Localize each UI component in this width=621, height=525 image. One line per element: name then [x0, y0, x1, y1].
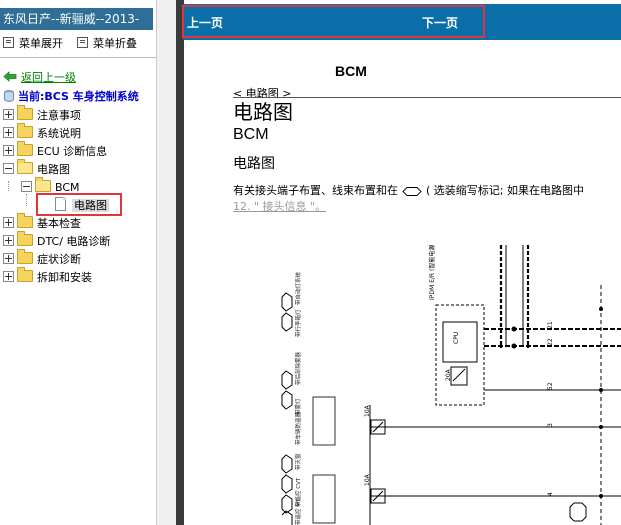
pin-number: 21	[547, 321, 554, 329]
tree-item-label: DTC/ 电路诊断	[37, 235, 111, 248]
tree-item-wiring-diagram[interactable]: 电路图	[3, 159, 70, 178]
option-label: 带天窗	[294, 453, 302, 470]
expand-plus-icon[interactable]	[3, 235, 14, 246]
option-abbreviation-icon	[402, 187, 422, 196]
sidebar: 东风日产--新骊威--2013- 菜单展开 菜单折叠 返回上一级 当前:BCS …	[0, 0, 156, 525]
expand-plus-icon[interactable]	[3, 271, 14, 282]
tree-item-dtc-diagnosis[interactable]: DTC/ 电路诊断	[3, 231, 111, 250]
section-title: 电路图	[233, 156, 275, 172]
wiring-diagram: 21 22 52 3 4 CPU 20A 10A 10A IPDM E/R (智…	[270, 245, 621, 525]
prev-page-button[interactable]: 上一页	[187, 14, 223, 31]
collapse-icon	[77, 37, 88, 48]
pin-number: 52	[547, 382, 554, 390]
back-link[interactable]: 返回上一级	[3, 71, 76, 85]
tree-item-label: 系统说明	[37, 127, 81, 140]
breadcrumb: < 电路图 >	[233, 87, 292, 100]
connector-info-link[interactable]: 12. " 接头信息 "。	[233, 200, 326, 214]
expand-plus-icon[interactable]	[3, 217, 14, 228]
pin-number: 22	[547, 338, 554, 346]
tree-item-ecu-diagnosis[interactable]: ECU 诊断信息	[3, 141, 108, 160]
expand-plus-icon[interactable]	[3, 127, 14, 138]
folder-icon	[17, 231, 33, 246]
page-title: 电路图	[233, 100, 293, 124]
divider	[233, 97, 621, 98]
tree-item-removal-installation[interactable]: 拆卸和安装	[3, 267, 92, 286]
body-text-before: 有关接头端子布置、线束布置和在	[233, 184, 398, 197]
tree-item-label: ECU 诊断信息	[37, 145, 108, 158]
wiring-diagram-canvas: 21 22 52 3 4 CPU 20A 10A 10A IPDM E/R (智…	[281, 245, 621, 525]
tree-item-label: 拆卸和安装	[37, 271, 92, 284]
tree-item-label: 注意事项	[37, 109, 81, 122]
back-link-label: 返回上一级	[21, 71, 76, 84]
option-label: 带遥控 MT	[294, 498, 302, 525]
tree-item-label: 电路图	[37, 163, 70, 176]
page-nav-bar: 上一页 下一页	[183, 4, 621, 40]
pin-number: 4	[547, 492, 554, 496]
tree-item-label: 电路图	[72, 199, 109, 212]
tree-item-basic-inspection[interactable]: 基本检查	[3, 213, 81, 232]
option-label: 带自动灯系统	[294, 271, 302, 305]
tree-item-precautions[interactable]: 注意事项	[3, 105, 81, 124]
document-icon	[55, 197, 66, 211]
expand-plus-icon[interactable]	[3, 109, 14, 120]
folder-icon	[17, 213, 33, 228]
option-label: 带后部除雾器	[294, 351, 302, 385]
folder-icon	[17, 105, 33, 120]
tree-item-label: 基本检查	[37, 217, 81, 230]
folder-icon	[17, 249, 33, 264]
database-icon	[4, 90, 14, 102]
tree-item-system-description[interactable]: 系统说明	[3, 123, 81, 142]
body-text-after: ( 选装缩写标记; 如果在电路图中	[426, 184, 584, 197]
fuse-label: 10A	[364, 473, 371, 486]
tree-item-label: BCM	[55, 181, 80, 194]
app-title: 东风日产--新骊威--2013-	[0, 8, 153, 30]
back-arrow-icon	[3, 71, 17, 82]
tree-item-symptom-diagnosis[interactable]: 症状诊断	[3, 249, 81, 268]
current-section-label: 当前:BCS 车身控制系统	[18, 90, 139, 103]
fuse-label: 10A	[364, 404, 371, 417]
folder-icon	[17, 123, 33, 138]
collapse-menu-button[interactable]: 菜单折叠	[77, 36, 137, 52]
collapse-menu-label: 菜单折叠	[93, 37, 137, 50]
option-label: 带行李箱灯	[294, 309, 302, 337]
divider	[0, 57, 156, 58]
document-heading: BCM	[335, 63, 367, 79]
expand-plus-icon[interactable]	[3, 145, 14, 156]
expand-menu-button[interactable]: 菜单展开	[3, 36, 63, 52]
current-section: 当前:BCS 车身控制系统	[3, 90, 139, 104]
expand-icon	[3, 37, 14, 48]
folder-open-icon	[35, 177, 51, 192]
expand-menu-label: 菜单展开	[19, 37, 63, 50]
next-page-button[interactable]: 下一页	[422, 14, 458, 31]
cpu-label: CPU	[453, 332, 460, 344]
page-subtitle: BCM	[233, 126, 269, 143]
expand-plus-icon[interactable]	[3, 253, 14, 264]
folder-icon	[17, 267, 33, 282]
body-text: 有关接头端子布置、线束布置和在 ( 选装缩写标记; 如果在电路图中	[233, 184, 584, 198]
pin-number: 3	[547, 423, 554, 427]
collapse-minus-icon[interactable]	[3, 163, 14, 174]
fuse-label: 20A	[445, 368, 452, 381]
tree-item-bcm[interactable]: BCM	[21, 177, 80, 196]
tree-item-label: 症状诊断	[37, 253, 81, 266]
option-label: 带车辆防盗器	[294, 411, 302, 445]
folder-icon	[17, 141, 33, 156]
tree-item-bcm-wiring-diagram[interactable]: 电路图	[55, 197, 109, 213]
folder-open-icon	[17, 159, 33, 174]
collapse-minus-icon[interactable]	[21, 181, 32, 192]
ipdm-label: IPDM E/R (智能电源分配模块)	[428, 245, 436, 300]
tree-guide	[8, 181, 9, 191]
document-frame-border	[176, 0, 184, 525]
